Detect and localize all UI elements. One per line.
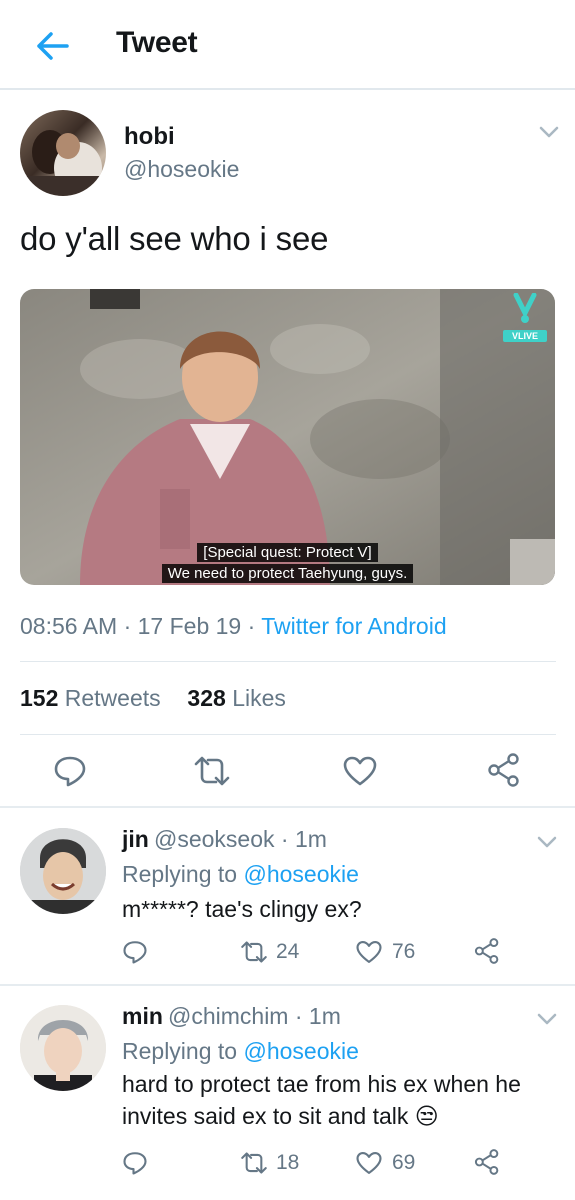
author-handle[interactable]: @hoseokie bbox=[124, 156, 239, 183]
section-separator bbox=[0, 984, 575, 986]
meta-separator: · bbox=[247, 613, 262, 639]
tweet-stats: 152 Retweets 328 Likes bbox=[20, 685, 286, 712]
likes-count: 328 bbox=[187, 685, 226, 711]
chevron-down-icon bbox=[539, 126, 559, 138]
reply-menu-button[interactable] bbox=[536, 1011, 558, 1027]
reply-context: Replying to @hoseokie bbox=[122, 1038, 359, 1065]
reply-reply-button[interactable] bbox=[120, 938, 150, 966]
reply-text-line2: invites said ex to sit and talk 😒 bbox=[122, 1100, 439, 1132]
like-button[interactable] bbox=[340, 754, 380, 788]
reply-like-count: 69 bbox=[392, 1151, 416, 1174]
retweets-count: 152 bbox=[20, 685, 59, 711]
share-button[interactable] bbox=[484, 752, 524, 788]
chevron-down-icon bbox=[537, 836, 557, 848]
tweet-source-link[interactable]: Twitter for Android bbox=[261, 613, 446, 639]
reply-author-handle[interactable]: @seokseok · 1m bbox=[154, 826, 327, 853]
retweet-icon bbox=[194, 756, 230, 786]
like-icon bbox=[356, 1151, 382, 1175]
vlive-badge: VLIVE bbox=[503, 330, 547, 342]
reply-text-line2-content: invites said ex to sit and talk bbox=[122, 1103, 409, 1129]
reply-menu-button[interactable] bbox=[536, 834, 558, 850]
reply-like-button[interactable] bbox=[354, 1149, 384, 1177]
section-separator bbox=[0, 806, 575, 808]
chevron-down-icon bbox=[537, 1013, 557, 1025]
reply-avatar-min[interactable] bbox=[20, 1005, 106, 1091]
reply-icon bbox=[54, 756, 86, 787]
author-avatar[interactable] bbox=[20, 110, 106, 196]
author-name[interactable]: hobi bbox=[124, 123, 175, 151]
reply-retweet-button[interactable] bbox=[238, 1149, 270, 1177]
reply-reply-button[interactable] bbox=[120, 1149, 150, 1177]
like-icon bbox=[343, 756, 377, 786]
share-icon bbox=[488, 753, 519, 787]
reply-share-button[interactable] bbox=[472, 936, 502, 966]
tweet-date: 17 Feb 19 bbox=[137, 613, 242, 639]
reply-avatar-jin[interactable] bbox=[20, 828, 106, 914]
replying-to-link[interactable]: @hoseokie bbox=[243, 1038, 358, 1064]
like-icon bbox=[356, 940, 382, 964]
vlive-logo: VLIVE bbox=[503, 292, 547, 345]
retweets-stat[interactable]: 152 Retweets bbox=[20, 685, 161, 711]
likes-stat[interactable]: 328 Likes bbox=[187, 685, 285, 711]
meta-separator: · bbox=[123, 613, 138, 639]
reply-button[interactable] bbox=[50, 754, 90, 788]
reply-text: m*****? tae's clingy ex? bbox=[122, 896, 362, 922]
video-frame bbox=[20, 289, 555, 585]
retweet-button[interactable] bbox=[190, 754, 234, 788]
back-arrow-icon bbox=[37, 32, 69, 60]
share-icon bbox=[474, 1149, 499, 1175]
top-bar: Tweet bbox=[0, 0, 575, 90]
reply-text-line1: hard to protect tae from his ex when he bbox=[122, 1071, 521, 1097]
retweet-icon bbox=[241, 1152, 267, 1174]
replying-to-label: Replying to bbox=[122, 861, 238, 887]
retweets-label: Retweets bbox=[64, 685, 161, 711]
replying-to-label: Replying to bbox=[122, 1038, 238, 1064]
replying-to-link[interactable]: @hoseokie bbox=[243, 861, 358, 887]
share-icon bbox=[474, 938, 499, 964]
tweet-media[interactable]: VLIVE [Special quest: Protect V] We need… bbox=[20, 289, 555, 585]
likes-label: Likes bbox=[232, 685, 286, 711]
back-button[interactable] bbox=[30, 26, 74, 66]
reply-retweet-button[interactable] bbox=[238, 938, 270, 966]
video-subtitle-line2: We need to protect Taehyung, guys. bbox=[20, 564, 555, 584]
reply-context: Replying to @hoseokie bbox=[122, 861, 359, 888]
reply-author-name[interactable]: min bbox=[122, 1003, 163, 1030]
video-subtitle-line1: [Special quest: Protect V] bbox=[20, 543, 555, 563]
retweet-icon bbox=[241, 941, 267, 963]
tweet-text: do y'all see who i see bbox=[20, 220, 329, 257]
divider bbox=[20, 734, 556, 735]
reply-author-name[interactable]: jin bbox=[122, 826, 149, 853]
tweet-menu-button[interactable] bbox=[538, 124, 560, 140]
unamused-emoji-icon: 😒 bbox=[414, 1103, 439, 1129]
tweet-meta: 08:56 AM · 17 Feb 19 · Twitter for Andro… bbox=[20, 613, 447, 640]
page-title: Tweet bbox=[116, 26, 198, 59]
reply-share-button[interactable] bbox=[472, 1147, 502, 1177]
reply-retweet-count: 18 bbox=[276, 1151, 300, 1174]
reply-retweet-count: 24 bbox=[276, 940, 300, 963]
tweet-time: 08:56 AM bbox=[20, 613, 118, 639]
reply-author-handle[interactable]: @chimchim · 1m bbox=[168, 1003, 341, 1030]
reply-icon bbox=[123, 941, 147, 964]
reply-like-count: 76 bbox=[392, 940, 416, 963]
reply-like-button[interactable] bbox=[354, 938, 384, 966]
divider bbox=[20, 661, 556, 662]
reply-icon bbox=[123, 1152, 147, 1175]
